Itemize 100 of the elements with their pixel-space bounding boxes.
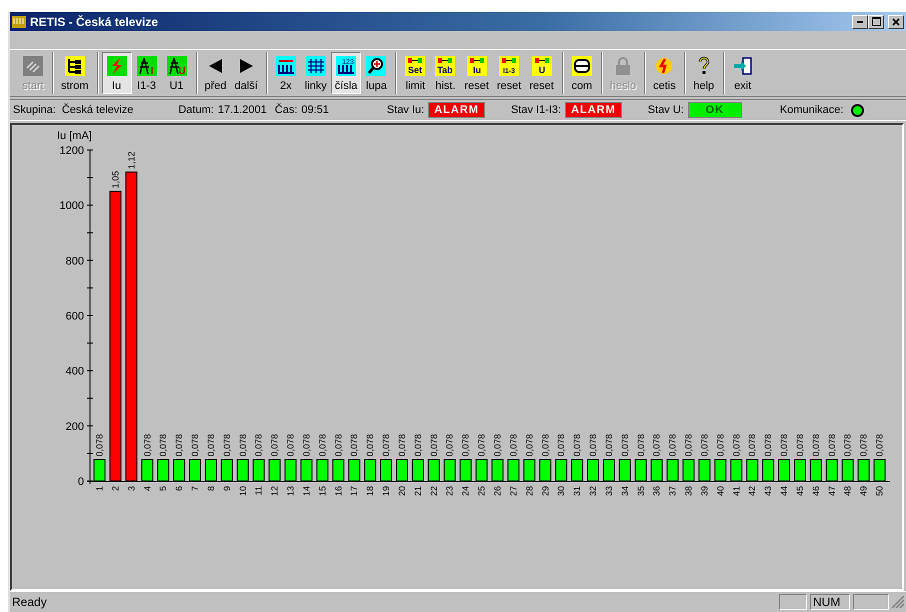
category-label: 1 (94, 486, 104, 492)
toolbar-button[interactable]: help (688, 52, 719, 94)
bar (428, 458, 440, 482)
bar (539, 458, 552, 482)
value-label: 0,078 (174, 434, 184, 456)
toolbar-button[interactable]: cetis (649, 52, 680, 94)
bolt-icon (106, 55, 128, 77)
toolbar-button[interactable]: další (230, 52, 262, 94)
status-indicator: ALARM (428, 102, 485, 118)
toolbar-button[interactable]: com (566, 52, 597, 94)
toolbar-button[interactable]: 2x (270, 52, 301, 94)
category-label: 37 (668, 486, 678, 496)
bar (284, 458, 297, 482)
toolbar-button[interactable]: I I1-3 (132, 52, 162, 94)
maximize-button[interactable] (868, 14, 884, 28)
category-label: 33 (604, 486, 614, 496)
bar (189, 458, 202, 482)
bar (602, 458, 615, 482)
value-label: 0,078 (620, 434, 630, 456)
bar (842, 458, 854, 482)
category-label: 13 (286, 486, 296, 496)
toolbar-button[interactable]: před (200, 52, 231, 94)
value-label: 0,078 (396, 434, 407, 456)
category-label: 47 (826, 486, 837, 496)
category-label: 48 (842, 486, 853, 496)
category-label: 46 (810, 486, 821, 496)
tick-label: 200 (66, 420, 84, 433)
value-label: 0,078 (794, 434, 805, 456)
bar (810, 458, 822, 482)
value-label: 0,078 (428, 434, 439, 456)
value-label: 0,078 (270, 434, 280, 456)
grid-icon (22, 55, 44, 77)
value-label: 0,078 (636, 434, 646, 456)
toolbar-button[interactable]: Iu reset (460, 52, 493, 94)
window-title: RETIS - Česká televize (30, 14, 160, 28)
bar (714, 458, 726, 482)
category-label: 28 (524, 486, 534, 496)
category-label: 24 (460, 486, 471, 496)
toolbar-button[interactable]: linky (300, 52, 331, 94)
toolbar-button[interactable]: U U1 (162, 52, 192, 94)
field-label: Čas: (274, 104, 298, 116)
value-label: 0,078 (492, 434, 502, 456)
bar (634, 458, 647, 482)
app-icon (12, 16, 26, 28)
toolbar-button[interactable]: Tab hist. (430, 52, 460, 94)
value-label: 0,078 (190, 434, 200, 456)
status-pane (853, 594, 889, 610)
category-label: 22 (428, 486, 439, 496)
category-label: 32 (588, 486, 598, 496)
bar (204, 458, 217, 482)
category-label: 17 (349, 486, 360, 496)
bar (173, 458, 186, 482)
value-label: 0,078 (238, 434, 248, 456)
category-label: 41 (731, 486, 742, 496)
category-label: 42 (747, 486, 758, 496)
value-label: 0,078 (476, 434, 487, 456)
minimize-button[interactable] (852, 14, 868, 28)
value-label: 0,078 (540, 434, 550, 456)
minimize-icon (857, 20, 863, 22)
category-label: 8 (206, 486, 216, 492)
bar (746, 458, 758, 482)
bar (476, 458, 488, 482)
close-button[interactable] (888, 14, 904, 28)
bar (364, 458, 376, 482)
category-label: 49 (858, 486, 869, 496)
bar (348, 458, 360, 482)
bar (650, 458, 663, 482)
value-label: 0,078 (779, 434, 790, 456)
bar (396, 458, 408, 482)
toolbar-button[interactable]: lupa (361, 52, 392, 94)
bar (555, 458, 568, 482)
value-label: 0,078 (684, 434, 694, 456)
bar (157, 458, 170, 482)
value-label: 0,078 (826, 434, 837, 456)
bar (571, 458, 584, 482)
toolbar-button[interactable]: U reset (525, 52, 558, 94)
value-label: 0,078 (94, 434, 104, 456)
label-icon: Tab (434, 55, 456, 77)
category-label: 12 (270, 486, 280, 496)
value-label: 0,078 (381, 434, 392, 456)
value-label: 0,078 (142, 434, 152, 456)
bar (698, 458, 710, 482)
category-label: 7 (190, 486, 200, 492)
value-label: 0,078 (604, 434, 614, 456)
tower-icon: U (166, 55, 188, 77)
toolbar-button[interactable]: exit (728, 52, 758, 94)
category-label: 2 (110, 486, 120, 492)
toolbar-button[interactable]: Iu (102, 52, 132, 94)
toolbar-button[interactable]: strom (57, 52, 92, 94)
bar (778, 458, 790, 482)
tick-label: 1000 (60, 200, 84, 212)
category-label: 18 (365, 486, 376, 496)
label-icon: Iu (466, 55, 488, 77)
category-label: 23 (444, 486, 455, 496)
value-label: 0,078 (699, 434, 710, 456)
toolbar-button[interactable]: Set limit (400, 52, 430, 94)
value-label: 0,078 (508, 434, 518, 456)
bar (874, 458, 886, 482)
bar (316, 458, 328, 482)
value-label: 1,12 (126, 152, 136, 170)
